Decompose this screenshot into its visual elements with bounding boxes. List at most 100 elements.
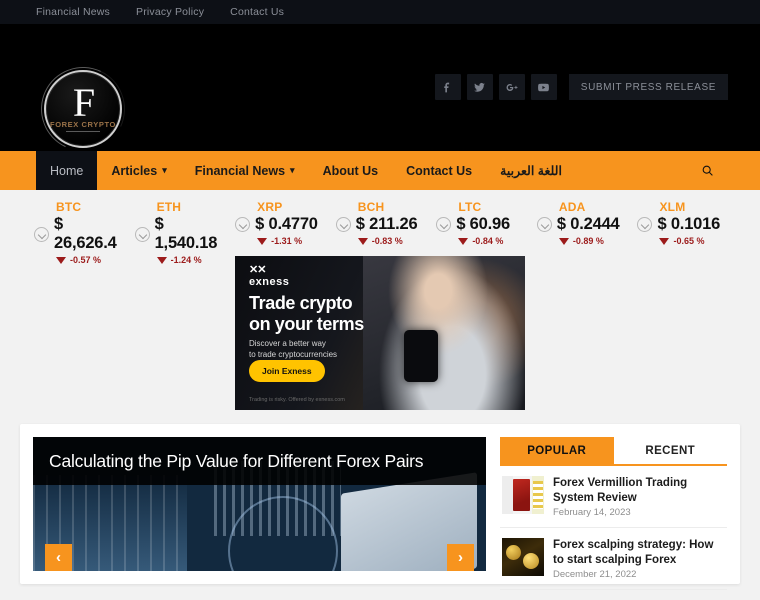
tab-recent[interactable]: RECENT xyxy=(613,437,727,464)
ticker-change: -0.65 % xyxy=(637,236,732,246)
ticker-symbol: LTC xyxy=(458,200,482,214)
arrow-down-icon xyxy=(56,256,66,264)
nav-item-about-us[interactable]: About Us xyxy=(309,151,393,190)
coin-chevron-icon xyxy=(436,217,452,232)
ad-subtext: Discover a better way to trade cryptocur… xyxy=(249,339,338,359)
ticker-change: -0.83 % xyxy=(336,236,431,246)
ticker-item-xlm[interactable]: XLM $ 0.1016 -0.65 % xyxy=(631,200,732,246)
sidebar-tabs: POPULAR RECENT xyxy=(500,437,727,466)
ticker-change: -1.31 % xyxy=(235,236,330,246)
ticker-symbol: XLM xyxy=(659,200,686,214)
twitter-icon[interactable] xyxy=(466,74,493,100)
chevron-down-icon: ▾ xyxy=(162,165,167,175)
list-item[interactable]: Forex scalping strategy: How to start sc… xyxy=(500,528,727,590)
join-exness-button[interactable]: Join Exness xyxy=(249,360,325,382)
topbar-link-privacy-policy[interactable]: Privacy Policy xyxy=(136,6,204,18)
ticker-item-xrp[interactable]: XRP $ 0.4770 -1.31 % xyxy=(229,200,330,246)
ad-headline: Trade crypto on your terms xyxy=(249,293,364,334)
ticker-change-value: -0.84 % xyxy=(472,236,504,246)
slider-prev-button[interactable]: ‹ xyxy=(45,544,72,571)
crypto-ticker: BTC $ 26,626.4 -0.57 % ETH $ 1,540.18 -1… xyxy=(0,190,760,265)
ticker-price: $ 211.26 xyxy=(355,215,418,233)
post-body: Forex Vermillion Trading System Review F… xyxy=(553,476,725,518)
logo-text: FOREX CRYPTO xyxy=(50,120,116,129)
ticker-item-ltc[interactable]: LTC $ 60.96 -0.84 % xyxy=(430,200,531,246)
ticker-price: $ 26,626.4 xyxy=(54,215,117,252)
slide-title[interactable]: Calculating the Pip Value for Different … xyxy=(33,437,486,485)
google-plus-icon[interactable] xyxy=(498,74,525,100)
youtube-icon[interactable] xyxy=(530,74,557,100)
nav-label-articles: Articles xyxy=(111,163,158,178)
submit-press-release-button[interactable]: SUBMIT PRESS RELEASE xyxy=(568,74,728,100)
post-title[interactable]: Forex scalping strategy: How to start sc… xyxy=(553,538,725,567)
header-actions: SUBMIT PRESS RELEASE xyxy=(434,74,728,100)
tab-popular[interactable]: POPULAR xyxy=(500,437,614,464)
ticker-change-value: -0.57 % xyxy=(70,255,102,265)
ticker-price: $ 0.1016 xyxy=(657,215,721,233)
post-thumbnail xyxy=(502,476,544,514)
ticker-symbol: ETH xyxy=(156,200,182,214)
post-body: Forex scalping strategy: How to start sc… xyxy=(553,538,725,580)
list-item[interactable]: Forex Vermillion Trading System Review F… xyxy=(500,466,727,528)
nav-label-financial-news: Financial News xyxy=(194,163,286,178)
ticker-item-btc[interactable]: BTC $ 26,626.4 -0.57 % xyxy=(28,200,129,265)
ticker-change: -0.84 % xyxy=(436,236,531,246)
arrow-down-icon xyxy=(458,237,469,245)
ticker-price: $ 1,540.18 xyxy=(154,215,218,252)
ticker-change: -1.24 % xyxy=(135,255,230,265)
chevron-down-icon: ▾ xyxy=(290,165,295,175)
ticker-symbol: BCH xyxy=(357,200,385,214)
ticker-item-bch[interactable]: BCH $ 211.26 -0.83 % xyxy=(330,200,431,246)
nav-item-home[interactable]: Home xyxy=(36,151,98,190)
post-date: February 14, 2023 xyxy=(553,507,631,518)
ticker-price: $ 0.2444 xyxy=(556,215,620,233)
ticker-change-value: -0.89 % xyxy=(572,236,604,246)
facebook-icon[interactable] xyxy=(434,74,461,100)
site-header: F FOREX CRYPTO SUBMIT PRESS RELEASE xyxy=(0,24,760,151)
nav-item-arabic[interactable]: اللغة العربية xyxy=(486,151,576,190)
arrow-down-icon xyxy=(357,237,368,245)
main-content-card: Calculating the Pip Value for Different … xyxy=(20,424,740,590)
ticker-symbol: ADA xyxy=(558,200,586,214)
arrow-down-icon xyxy=(257,237,268,245)
ticker-item-eth[interactable]: ETH $ 1,540.18 -1.24 % xyxy=(129,200,230,265)
nav-item-articles[interactable]: Articles ▾ xyxy=(97,151,180,190)
post-date: December 21, 2022 xyxy=(553,569,637,580)
coin-chevron-icon xyxy=(536,217,552,232)
featured-slider[interactable]: Calculating the Pip Value for Different … xyxy=(33,437,486,571)
post-thumbnail xyxy=(502,538,544,576)
ticker-price: $ 0.4770 xyxy=(255,215,318,233)
nav-item-contact-us[interactable]: Contact Us xyxy=(392,151,486,190)
coin-chevron-icon xyxy=(335,217,351,232)
ticker-symbol: XRP xyxy=(257,200,283,214)
sidebar-widget: POPULAR RECENT Forex Vermillion Trading … xyxy=(500,437,727,590)
coin-chevron-icon xyxy=(235,217,251,232)
coin-chevron-icon xyxy=(34,226,49,242)
exness-mark: ✕✕ xyxy=(249,264,266,276)
nav-item-financial-news[interactable]: Financial News ▾ xyxy=(181,151,309,190)
exness-brand-text: exness xyxy=(249,276,290,288)
topbar-link-contact-us[interactable]: Contact Us xyxy=(230,6,284,18)
ticker-change-value: -0.65 % xyxy=(673,236,705,246)
ticker-change-value: -0.83 % xyxy=(371,236,403,246)
arrow-down-icon xyxy=(659,237,670,245)
site-logo[interactable]: F FOREX CRYPTO xyxy=(44,70,122,148)
nav-label-home: Home xyxy=(50,163,84,178)
topbar-link-financial-news[interactable]: Financial News xyxy=(36,6,110,18)
nav-label-contact-us: Contact Us xyxy=(406,163,473,178)
ticker-item-ada[interactable]: ADA $ 0.2444 -0.89 % xyxy=(531,200,632,246)
exness-logo: ✕✕ exness xyxy=(249,265,289,288)
ticker-price: $ 60.96 xyxy=(456,215,510,233)
main-navigation: Home Articles ▾ Financial News ▾ About U… xyxy=(0,151,760,190)
logo-letter: F xyxy=(72,80,95,125)
ad-fine-print: Trading is risky. Offered by exness.com xyxy=(249,397,345,403)
nav-label-about-us: About Us xyxy=(322,163,379,178)
arrow-down-icon xyxy=(558,237,569,245)
logo-divider xyxy=(66,131,100,132)
exness-banner-ad[interactable]: ✕✕ exness Trade crypto on your terms Dis… xyxy=(235,256,525,410)
post-title[interactable]: Forex Vermillion Trading System Review xyxy=(553,476,725,505)
slider-next-button[interactable]: › xyxy=(447,544,474,571)
search-icon[interactable] xyxy=(690,151,724,190)
top-bar: Financial News Privacy Policy Contact Us xyxy=(0,0,760,24)
nav-label-arabic: اللغة العربية xyxy=(500,164,562,178)
